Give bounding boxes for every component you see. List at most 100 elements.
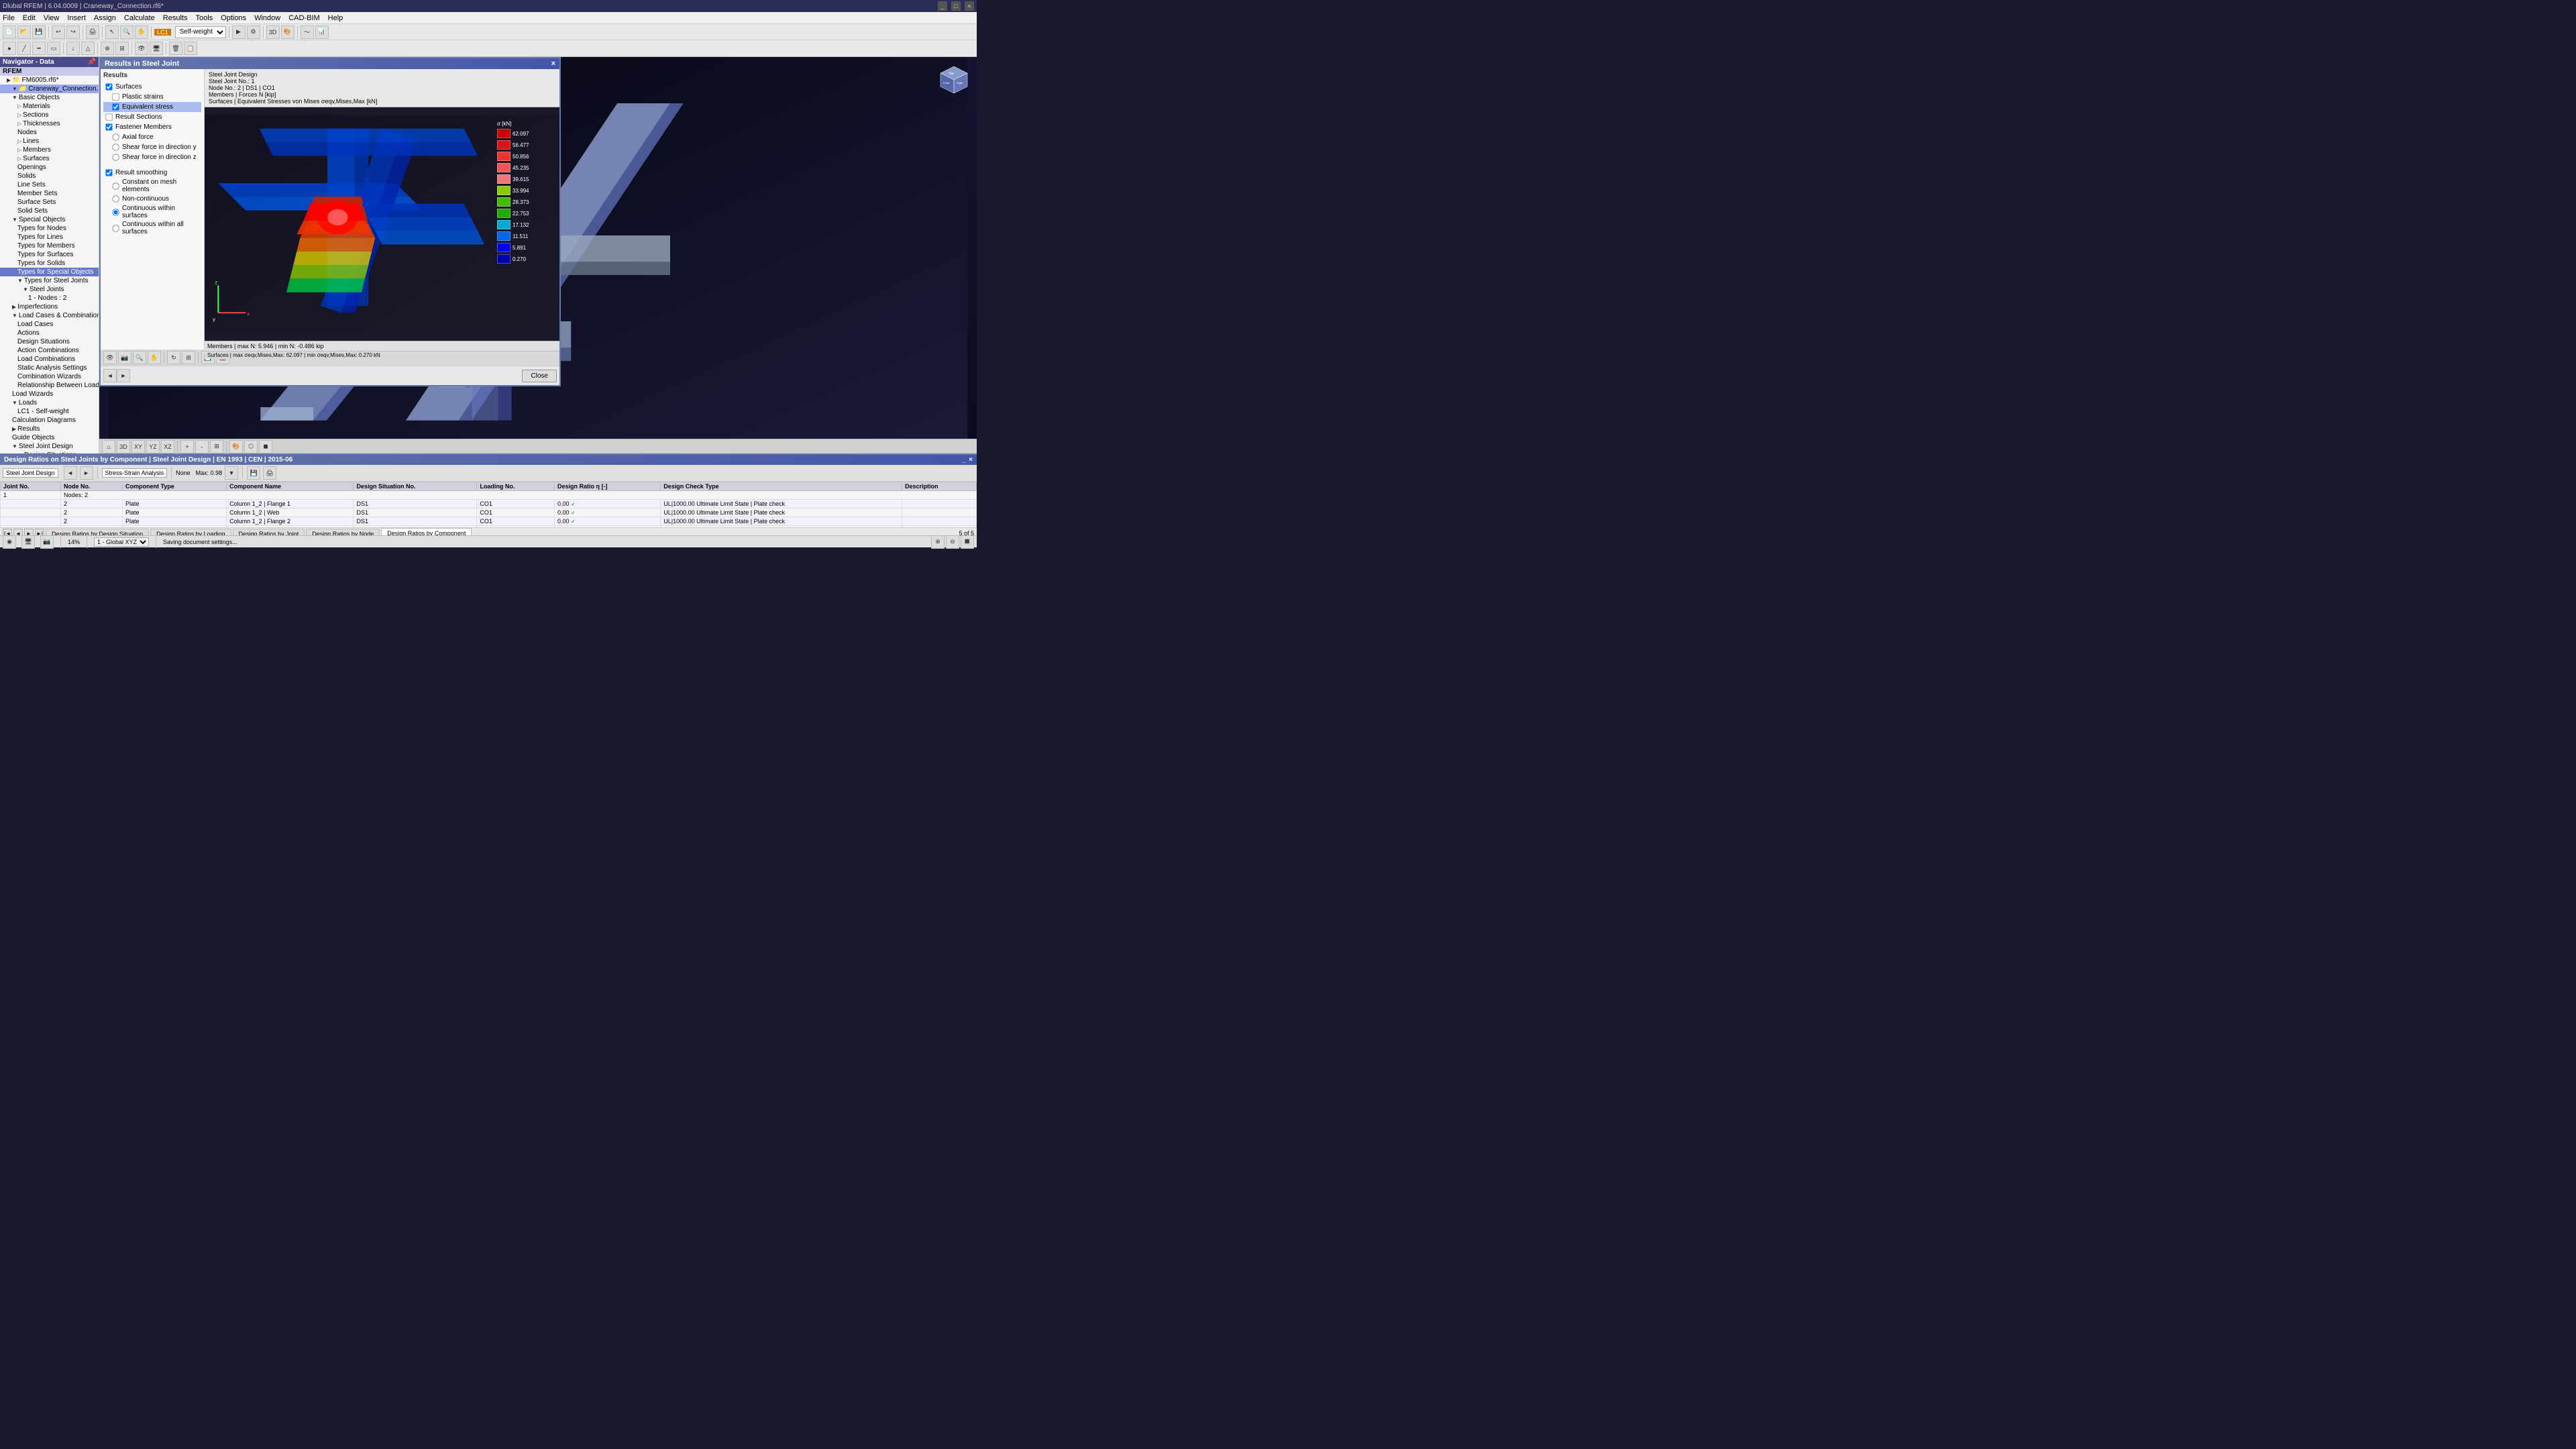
nav-calc-diagrams[interactable]: Calculation Diagrams — [0, 416, 99, 425]
bp-print[interactable]: 🖨 — [263, 466, 276, 480]
maximize-button[interactable]: □ — [951, 1, 961, 11]
undo-button[interactable]: ↩ — [52, 25, 65, 39]
shear-y-radio[interactable] — [112, 144, 119, 150]
save-button[interactable]: 💾 — [32, 25, 46, 39]
status-right-2[interactable]: ⊖ — [946, 535, 959, 549]
menu-file[interactable]: File — [3, 14, 15, 22]
nav-results[interactable]: ▶ Results — [0, 425, 99, 433]
vp-wire[interactable]: ⬡ — [244, 440, 258, 453]
minimize-button[interactable]: _ — [938, 1, 947, 11]
window-controls[interactable]: _ □ × — [938, 1, 974, 11]
vp-solid[interactable]: ◼ — [259, 440, 272, 453]
node-tool[interactable]: ● — [3, 42, 16, 55]
member-tool[interactable]: ━ — [32, 42, 46, 55]
menu-results[interactable]: Results — [163, 14, 188, 22]
settings-button[interactable]: ⚙ — [247, 25, 260, 39]
nav-surfaces[interactable]: ▷ Surfaces — [0, 154, 99, 163]
nav-thicknesses[interactable]: ▷ Thicknesses — [0, 119, 99, 128]
viewport-nav-cube[interactable]: Top Front Right — [934, 60, 974, 100]
open-button[interactable]: 📂 — [17, 25, 31, 39]
nav-materials[interactable]: ▷ Materials — [0, 102, 99, 111]
navigator-pin[interactable]: 📌 — [88, 58, 96, 66]
nav-openings[interactable]: Openings — [0, 163, 99, 172]
bp-close[interactable]: × — [969, 456, 973, 464]
nav-types-members[interactable]: Types for Members — [0, 241, 99, 250]
table-row-2[interactable]: 2 Plate Column 1_2 | Web DS1 CO1 0.00 ✓ … — [1, 508, 977, 517]
nav-types-surfaces[interactable]: Types for Surfaces — [0, 250, 99, 259]
vp-home-btn[interactable]: ⌂ — [102, 440, 115, 453]
constant-item[interactable]: Constant on mesh elements — [103, 178, 201, 194]
continuous-surfaces-radio[interactable] — [112, 209, 119, 215]
continuous-all-radio[interactable] — [112, 225, 119, 231]
select-button[interactable]: ↖ — [105, 25, 119, 39]
close-dialog-button[interactable]: Close — [522, 370, 557, 382]
steel-joint-dialog[interactable]: Results in Steel Joint × Results Surface… — [99, 57, 561, 386]
dialog-3d-viewport[interactable]: x z y σ [kN] 62.097 — [205, 107, 559, 341]
continuous-surfaces-item[interactable]: Continuous within surfaces — [103, 204, 201, 220]
bp-prev[interactable]: ◄ — [64, 466, 77, 480]
bottom-panel-controls[interactable]: _ × — [963, 456, 973, 464]
fastener-members-item[interactable]: Fastener Members — [103, 122, 201, 132]
result-smoothing-checkbox[interactable] — [105, 169, 112, 176]
nav-steel-joint-design[interactable]: ▼ Steel Joint Design — [0, 442, 99, 451]
nav-loads[interactable]: ▼ Loads — [0, 398, 99, 407]
surfaces-checkbox[interactable] — [105, 83, 112, 90]
nav-types-solids[interactable]: Types for Solids — [0, 259, 99, 268]
coordinate-system-select[interactable]: 1 - Global XYZ — [94, 537, 149, 547]
vp-xy-btn[interactable]: XY — [131, 440, 145, 453]
nav-file[interactable]: ▶ 📁 FM6005.rf6* — [0, 76, 99, 85]
menu-insert[interactable]: Insert — [67, 14, 86, 22]
plastic-strains-checkbox[interactable] — [112, 93, 119, 100]
nav-members[interactable]: ▷ Members — [0, 146, 99, 154]
nav-lc1[interactable]: LC1 - Self-weight — [0, 407, 99, 416]
nav-load-cases[interactable]: ▼ Load Cases & Combinations — [0, 311, 99, 320]
table-row-3[interactable]: 2 Plate Column 1_2 | Flange 2 DS1 CO1 0.… — [1, 517, 977, 526]
status-icon-1[interactable]: ◉ — [3, 535, 16, 549]
nav-guide-objects[interactable]: Guide Objects — [0, 433, 99, 442]
dialog-left-icon[interactable]: ◄ — [103, 369, 117, 382]
print-button[interactable]: 🖨 — [86, 25, 99, 39]
fastener-checkbox[interactable] — [105, 123, 112, 130]
bp-filter[interactable]: ▼ — [225, 466, 238, 480]
nav-nodes[interactable]: Nodes — [0, 128, 99, 137]
menu-options[interactable]: Options — [221, 14, 246, 22]
nav-load-comb[interactable]: Load Combinations — [0, 355, 99, 364]
nav-steel-joints[interactable]: ▼ Steel Joints — [0, 285, 99, 294]
vp-fit-all[interactable]: ⊞ — [210, 440, 223, 453]
vp-render[interactable]: 🎨 — [229, 440, 243, 453]
nav-sections[interactable]: ▷ Sections — [0, 111, 99, 119]
dialog-pan-btn[interactable]: ✋ — [148, 351, 161, 364]
non-continuous-radio[interactable] — [112, 195, 119, 202]
vp-zoom-in[interactable]: + — [180, 440, 194, 453]
nav-rel-lc[interactable]: Relationship Between Load Cases — [0, 381, 99, 390]
nav-model[interactable]: ▼ 📁 Craneway_Connection.rf6* — [0, 85, 99, 93]
deform-button[interactable]: 〜 — [301, 25, 314, 39]
dialog-fit-btn[interactable]: ⊞ — [182, 351, 195, 364]
surface-tool[interactable]: ▭ — [47, 42, 60, 55]
display-button[interactable]: 🖥 — [150, 42, 163, 55]
nav-special-objects[interactable]: ▼ Special Objects — [0, 215, 99, 224]
analysis-type-selector[interactable]: Stress-Strain Analysis — [102, 468, 168, 478]
run-button[interactable]: ▶ — [232, 25, 246, 39]
table-row-header[interactable]: 1 Nodes: 2 — [1, 491, 977, 500]
nav-design-sit[interactable]: Design Situations — [0, 337, 99, 346]
nav-types-lines[interactable]: Types for Lines — [0, 233, 99, 241]
delete-button[interactable]: 🗑 — [169, 42, 182, 55]
shear-z-item[interactable]: Shear force in direction z — [103, 152, 201, 162]
lc-select[interactable]: Self-weight — [175, 26, 226, 38]
close-button[interactable]: × — [965, 1, 974, 11]
equiv-stress-checkbox[interactable] — [112, 103, 119, 110]
status-icon-2[interactable]: 🖥 — [21, 535, 35, 549]
new-button[interactable]: 📄 — [3, 25, 16, 39]
nav-types-nodes[interactable]: Types for Nodes — [0, 224, 99, 233]
menu-assign[interactable]: Assign — [94, 14, 116, 22]
nav-line-sets[interactable]: Line Sets — [0, 180, 99, 189]
nav-static-settings[interactable]: Static Analysis Settings — [0, 364, 99, 372]
vp-zoom-out[interactable]: - — [195, 440, 209, 453]
bp-next[interactable]: ► — [80, 466, 93, 480]
3d-view[interactable]: 3D — [266, 25, 280, 39]
menu-cad-bim[interactable]: CAD-BIM — [288, 14, 319, 22]
vp-yz-btn[interactable]: YZ — [146, 440, 160, 453]
nav-imperfections[interactable]: ▶ Imperfections — [0, 303, 99, 311]
nav-load-wizards[interactable]: Load Wizards — [0, 390, 99, 398]
